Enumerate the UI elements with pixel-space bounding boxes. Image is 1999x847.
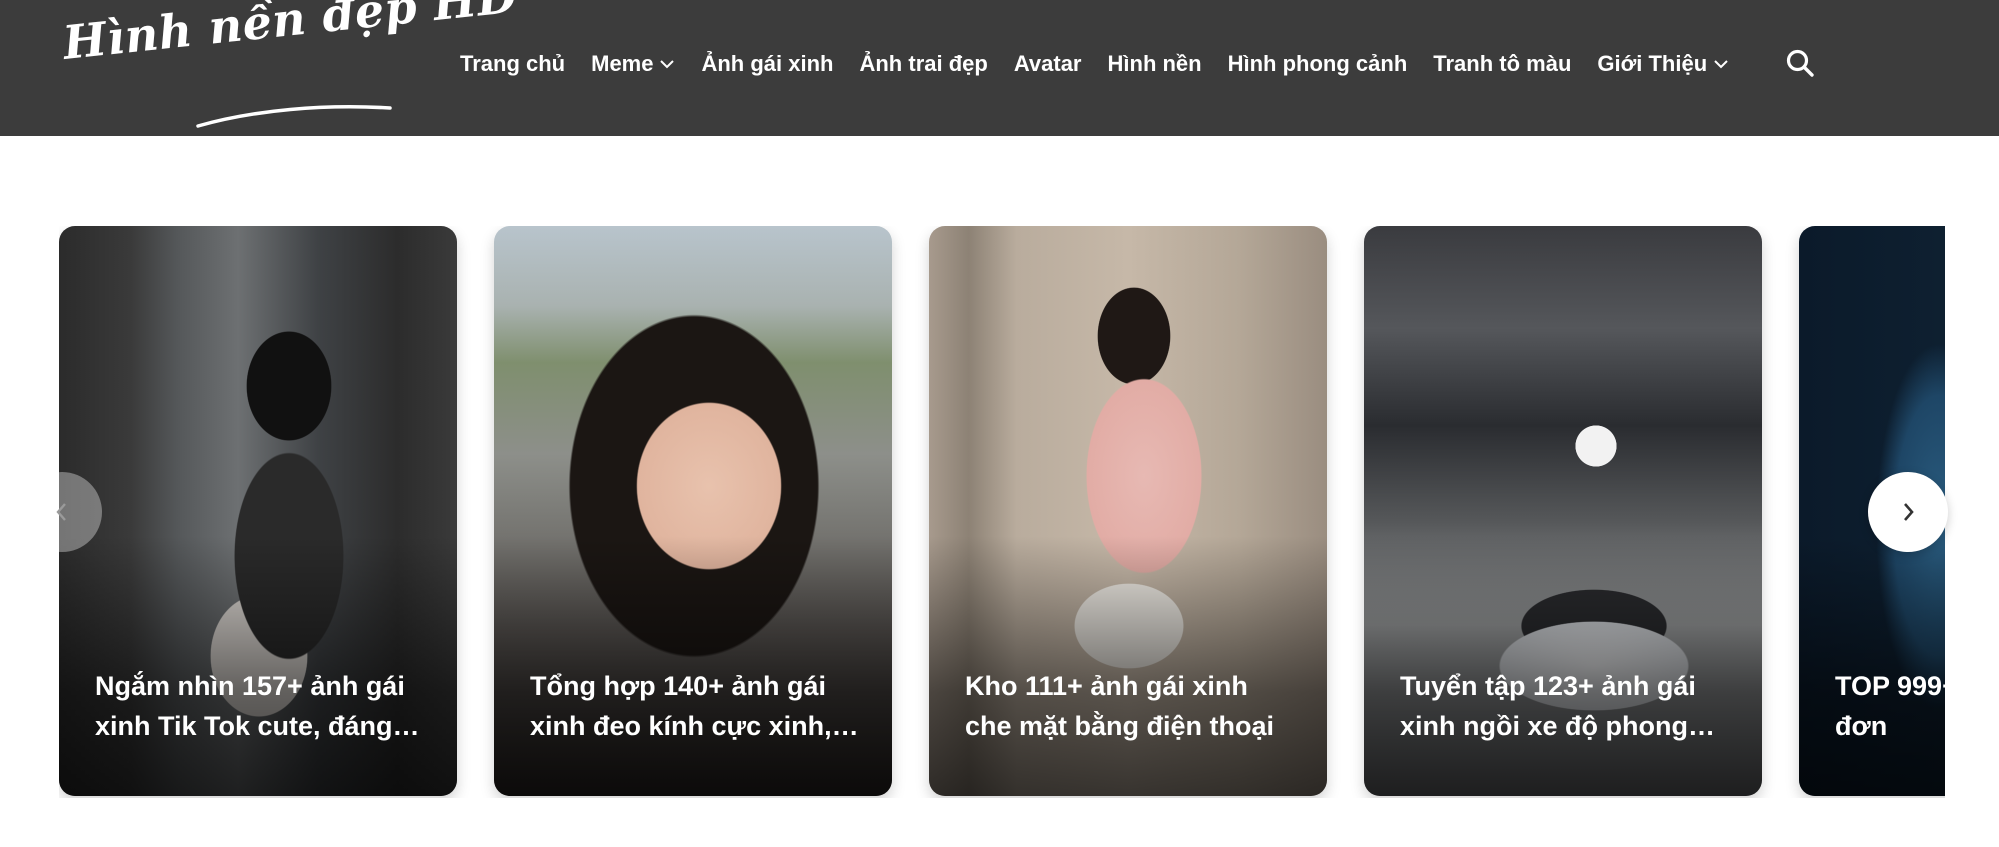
post-carousel: Ngắm nhìn 157+ ảnh gái xinh Tik Tok cute… (59, 226, 1945, 798)
search-icon (1786, 49, 1814, 77)
nav-item-hinh-nen[interactable]: Hình nền (1108, 51, 1202, 77)
nav-item-gioi-thieu[interactable]: Giới Thiệu (1597, 51, 1729, 77)
nav-item-hinh-phong-canh[interactable]: Hình phong cảnh (1228, 51, 1408, 77)
post-card[interactable]: Ngắm nhìn 157+ ảnh gái xinh Tik Tok cute… (59, 226, 457, 796)
post-card[interactable]: Tổng hợp 140+ ảnh gái xinh đeo kính cực … (494, 226, 892, 796)
nav-item-meme[interactable]: Meme (591, 51, 675, 77)
post-title[interactable]: Kho 111+ ảnh gái xinh che mặt bằng điện … (965, 666, 1297, 746)
chevron-left-icon (56, 503, 66, 521)
post-title[interactable]: Tổng hợp 140+ ảnh gái xinh đeo kính cực … (530, 666, 862, 746)
nav-item-anh-trai-dep[interactable]: Ảnh trai đẹp (859, 51, 987, 77)
carousel-next-button[interactable] (1868, 472, 1948, 552)
site-header: Hình nền đẹp HD Trang chủ Meme Ảnh gái x… (0, 0, 1999, 136)
logo-swoosh-icon (196, 105, 392, 128)
post-title[interactable]: TOP 999+ ảnh buồn cô đơn (1835, 666, 1945, 746)
site-logo[interactable]: Hình nền đẹp HD (60, 0, 520, 128)
chevron-down-icon (1713, 59, 1729, 69)
logo-text: Hình nền đẹp HD (60, 0, 520, 70)
nav-item-trang-chu[interactable]: Trang chủ (460, 51, 565, 77)
search-button[interactable] (1783, 46, 1817, 80)
nav-item-anh-gai-xinh[interactable]: Ảnh gái xinh (701, 51, 833, 77)
post-card[interactable]: Tuyển tập 123+ ảnh gái xinh ngồi xe độ p… (1364, 226, 1762, 796)
chevron-right-icon (1904, 503, 1914, 521)
post-title[interactable]: Ngắm nhìn 157+ ảnh gái xinh Tik Tok cute… (95, 666, 427, 746)
main-nav: Trang chủ Meme Ảnh gái xinh Ảnh trai đẹp… (460, 44, 1755, 84)
nav-item-tranh-to-mau[interactable]: Tranh tô màu (1433, 51, 1571, 77)
carousel-prev-button[interactable] (22, 472, 102, 552)
chevron-down-icon (659, 59, 675, 69)
post-title[interactable]: Tuyển tập 123+ ảnh gái xinh ngồi xe độ p… (1400, 666, 1732, 746)
post-card[interactable]: Kho 111+ ảnh gái xinh che mặt bằng điện … (929, 226, 1327, 796)
nav-item-avatar[interactable]: Avatar (1014, 51, 1082, 77)
